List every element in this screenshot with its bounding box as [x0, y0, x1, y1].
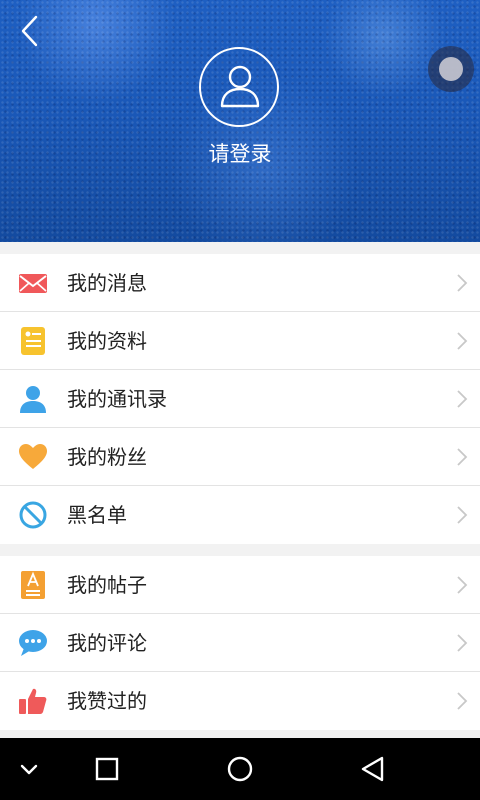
post-document-icon: [21, 571, 45, 599]
menu-item-blacklist[interactable]: 黑名单: [0, 486, 480, 544]
back-triangle-icon[interactable]: [358, 754, 388, 784]
menu-group-activity: 我的帖子 我的评论 我赞过的: [0, 556, 480, 730]
heart-icon: [19, 444, 47, 469]
block-icon: [19, 501, 47, 529]
menu-item-label: 我的粉丝: [67, 445, 147, 469]
menu-item-messages[interactable]: 我的消息: [0, 254, 480, 312]
profile-card-icon: [21, 327, 45, 355]
menu-item-posts[interactable]: 我的帖子: [0, 556, 480, 614]
chevron-right-icon: [457, 506, 468, 524]
menu-item-comments[interactable]: 我的评论: [0, 614, 480, 672]
thumbs-up-icon: [19, 688, 47, 714]
menu-item-contacts[interactable]: 我的通讯录: [0, 370, 480, 428]
chevron-right-icon: [457, 274, 468, 292]
screen: 请登录 我的消息 我的资料 我的通讯录 我的粉丝 黑名单 我的帖子 我的评论 我…: [0, 0, 480, 800]
chevron-right-icon: [457, 448, 468, 466]
recent-apps-square-icon[interactable]: [92, 754, 122, 784]
home-circle-icon[interactable]: [225, 754, 255, 784]
back-chevron-icon: [21, 15, 38, 47]
chevron-right-icon: [457, 576, 468, 594]
system-navigation-bar: [0, 738, 480, 800]
menu-item-label: 我的帖子: [67, 573, 147, 597]
menu-item-label: 黑名单: [67, 503, 127, 527]
chevron-right-icon: [457, 332, 468, 350]
menu-item-label: 我的评论: [67, 631, 147, 655]
avatar[interactable]: [199, 47, 279, 127]
mail-icon: [19, 274, 47, 293]
menu-item-label: 我的消息: [67, 271, 147, 295]
floating-assist-ball[interactable]: [428, 46, 474, 92]
menu-item-label: 我的通讯录: [67, 387, 167, 411]
chevron-down-icon[interactable]: [14, 754, 44, 784]
user-outline-icon: [220, 65, 260, 108]
login-prompt[interactable]: 请登录: [0, 138, 480, 168]
back-button[interactable]: [16, 14, 46, 48]
contacts-person-icon: [20, 386, 46, 413]
menu-item-liked[interactable]: 我赞过的: [0, 672, 480, 730]
chevron-right-icon: [457, 390, 468, 408]
profile-header: 请登录: [0, 0, 480, 242]
menu-item-fans[interactable]: 我的粉丝: [0, 428, 480, 486]
chevron-right-icon: [457, 692, 468, 710]
menu-group-account: 我的消息 我的资料 我的通讯录 我的粉丝 黑名单: [0, 254, 480, 544]
menu-item-profile[interactable]: 我的资料: [0, 312, 480, 370]
comment-bubble-icon: [19, 630, 47, 656]
menu-item-label: 我的资料: [67, 329, 147, 353]
chevron-right-icon: [457, 634, 468, 652]
menu-item-label: 我赞过的: [67, 689, 147, 713]
